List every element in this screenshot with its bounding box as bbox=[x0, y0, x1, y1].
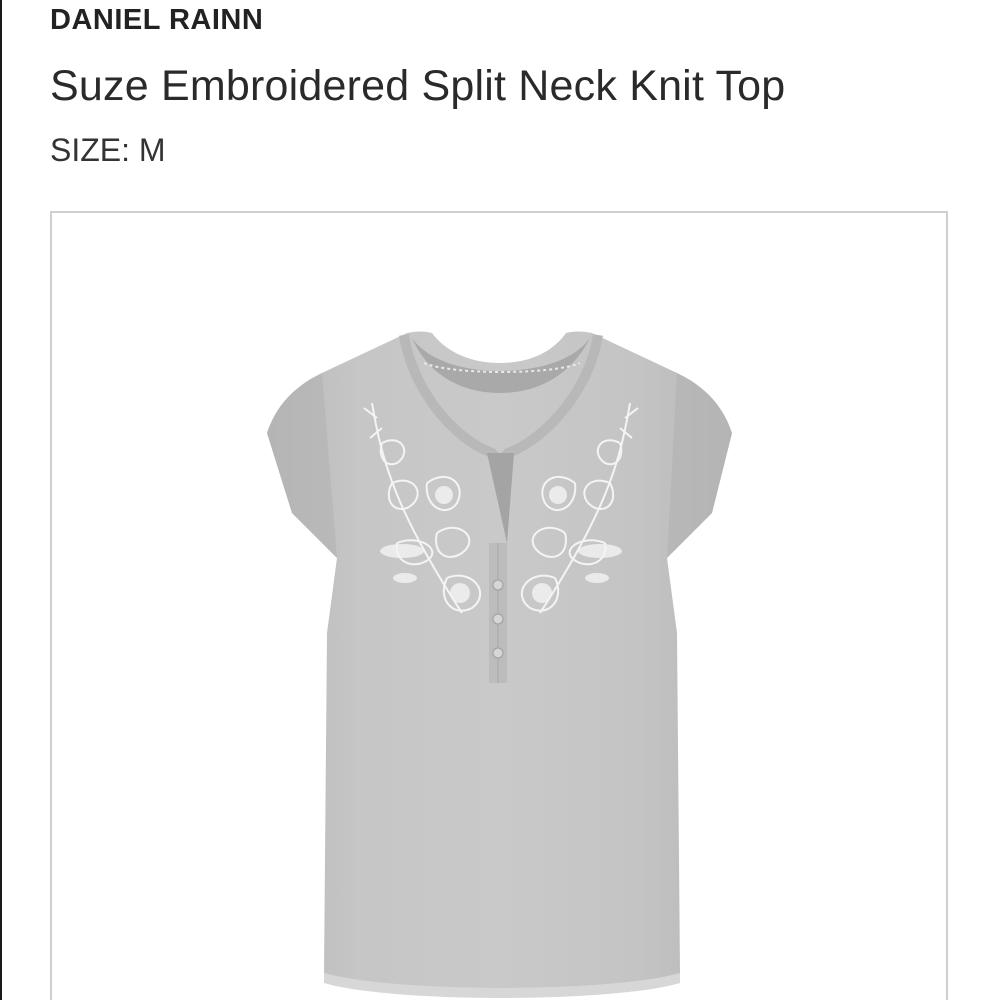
button-2 bbox=[492, 613, 504, 625]
button-1 bbox=[492, 579, 504, 591]
product-size: SIZE: M bbox=[50, 132, 166, 168]
product-brand: DANIEL RAINN bbox=[50, 4, 264, 36]
product-image bbox=[267, 331, 732, 998]
button-3 bbox=[492, 647, 504, 659]
product-image-frame[interactable] bbox=[50, 211, 948, 1000]
left-edge-divider bbox=[0, 0, 2, 1000]
product-title: Suze Embroidered Split Neck Knit Top bbox=[50, 62, 786, 110]
